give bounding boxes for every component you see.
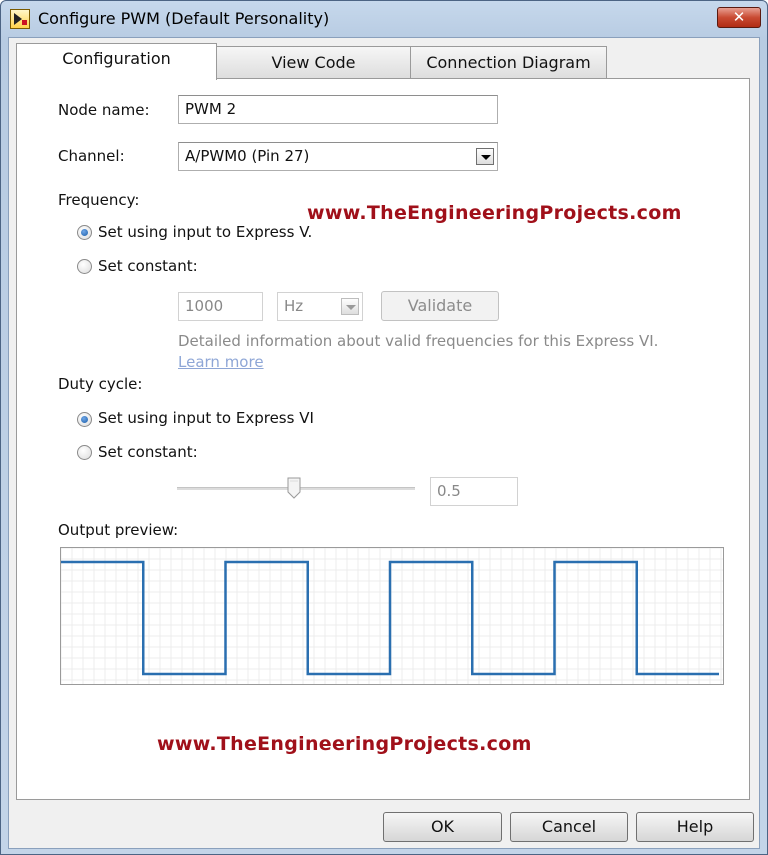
dialog-client-area: Configuration View Code Connection Diagr… bbox=[8, 37, 760, 849]
help-button[interactable]: Help bbox=[636, 812, 754, 842]
tab-connection-diagram[interactable]: Connection Diagram bbox=[410, 46, 607, 80]
cancel-label: Cancel bbox=[541, 817, 597, 836]
frequency-label: Frequency: bbox=[58, 191, 140, 209]
channel-label: Channel: bbox=[58, 147, 125, 165]
node-name-label: Node name: bbox=[58, 101, 150, 119]
duty-value: 0.5 bbox=[437, 482, 461, 500]
output-preview-label: Output preview: bbox=[58, 521, 179, 539]
dialog-window: Configure PWM (Default Personality) ✕ Co… bbox=[0, 0, 768, 855]
frequency-info-text: Detailed information about valid frequen… bbox=[178, 332, 659, 350]
tab-view-code[interactable]: View Code bbox=[216, 46, 411, 80]
frequency-unit: Hz bbox=[284, 297, 304, 315]
ok-label: OK bbox=[430, 817, 455, 836]
tab-label: Configuration bbox=[62, 49, 171, 68]
duty-value-input[interactable]: 0.5 bbox=[430, 477, 518, 506]
frequency-value-input[interactable]: 1000 bbox=[178, 292, 263, 321]
duty-input-radio[interactable] bbox=[77, 412, 92, 427]
ok-button[interactable]: OK bbox=[383, 812, 502, 842]
duty-constant-radio[interactable] bbox=[77, 445, 92, 460]
labview-app-icon bbox=[10, 9, 30, 29]
watermark-bottom: www.TheEngineeringProjects.com bbox=[157, 733, 532, 755]
help-label: Help bbox=[676, 817, 714, 836]
output-preview-chart bbox=[60, 547, 724, 685]
title-bar[interactable]: Configure PWM (Default Personality) ✕ bbox=[1, 1, 767, 37]
frequency-input-radio[interactable] bbox=[77, 225, 92, 240]
channel-value: A/PWM0 (Pin 27) bbox=[185, 147, 310, 165]
tab-label: Connection Diagram bbox=[426, 53, 591, 72]
waveform-plot bbox=[60, 547, 723, 684]
watermark-top: www.TheEngineeringProjects.com bbox=[307, 202, 682, 224]
duty-input-label[interactable]: Set using input to Express VI bbox=[98, 409, 314, 427]
close-button[interactable]: ✕ bbox=[717, 7, 761, 28]
chevron-down-icon[interactable] bbox=[476, 148, 494, 165]
frequency-input-label[interactable]: Set using input to Express V. bbox=[98, 223, 312, 241]
frequency-unit-dropdown[interactable]: Hz bbox=[277, 292, 363, 321]
window-title: Configure PWM (Default Personality) bbox=[38, 9, 330, 28]
node-name-value: PWM 2 bbox=[185, 100, 237, 118]
configuration-panel: Node name: PWM 2 Channel: A/PWM0 (Pin 27… bbox=[16, 78, 750, 800]
duty-constant-label[interactable]: Set constant: bbox=[98, 443, 198, 461]
learn-more-link[interactable]: Learn more bbox=[178, 353, 264, 371]
validate-button[interactable]: Validate bbox=[381, 291, 499, 321]
cancel-button[interactable]: Cancel bbox=[510, 812, 628, 842]
validate-label: Validate bbox=[407, 296, 473, 315]
tab-label: View Code bbox=[271, 53, 356, 72]
chevron-down-icon[interactable] bbox=[341, 298, 359, 315]
close-icon: ✕ bbox=[732, 8, 746, 26]
tab-configuration[interactable]: Configuration bbox=[16, 43, 217, 80]
duty-cycle-label: Duty cycle: bbox=[58, 375, 143, 393]
frequency-constant-label[interactable]: Set constant: bbox=[98, 257, 198, 275]
frequency-constant-radio[interactable] bbox=[77, 259, 92, 274]
frequency-value: 1000 bbox=[185, 297, 224, 315]
node-name-input[interactable]: PWM 2 bbox=[178, 95, 498, 124]
duty-slider-thumb[interactable] bbox=[287, 477, 301, 499]
channel-dropdown[interactable]: A/PWM0 (Pin 27) bbox=[178, 142, 498, 171]
